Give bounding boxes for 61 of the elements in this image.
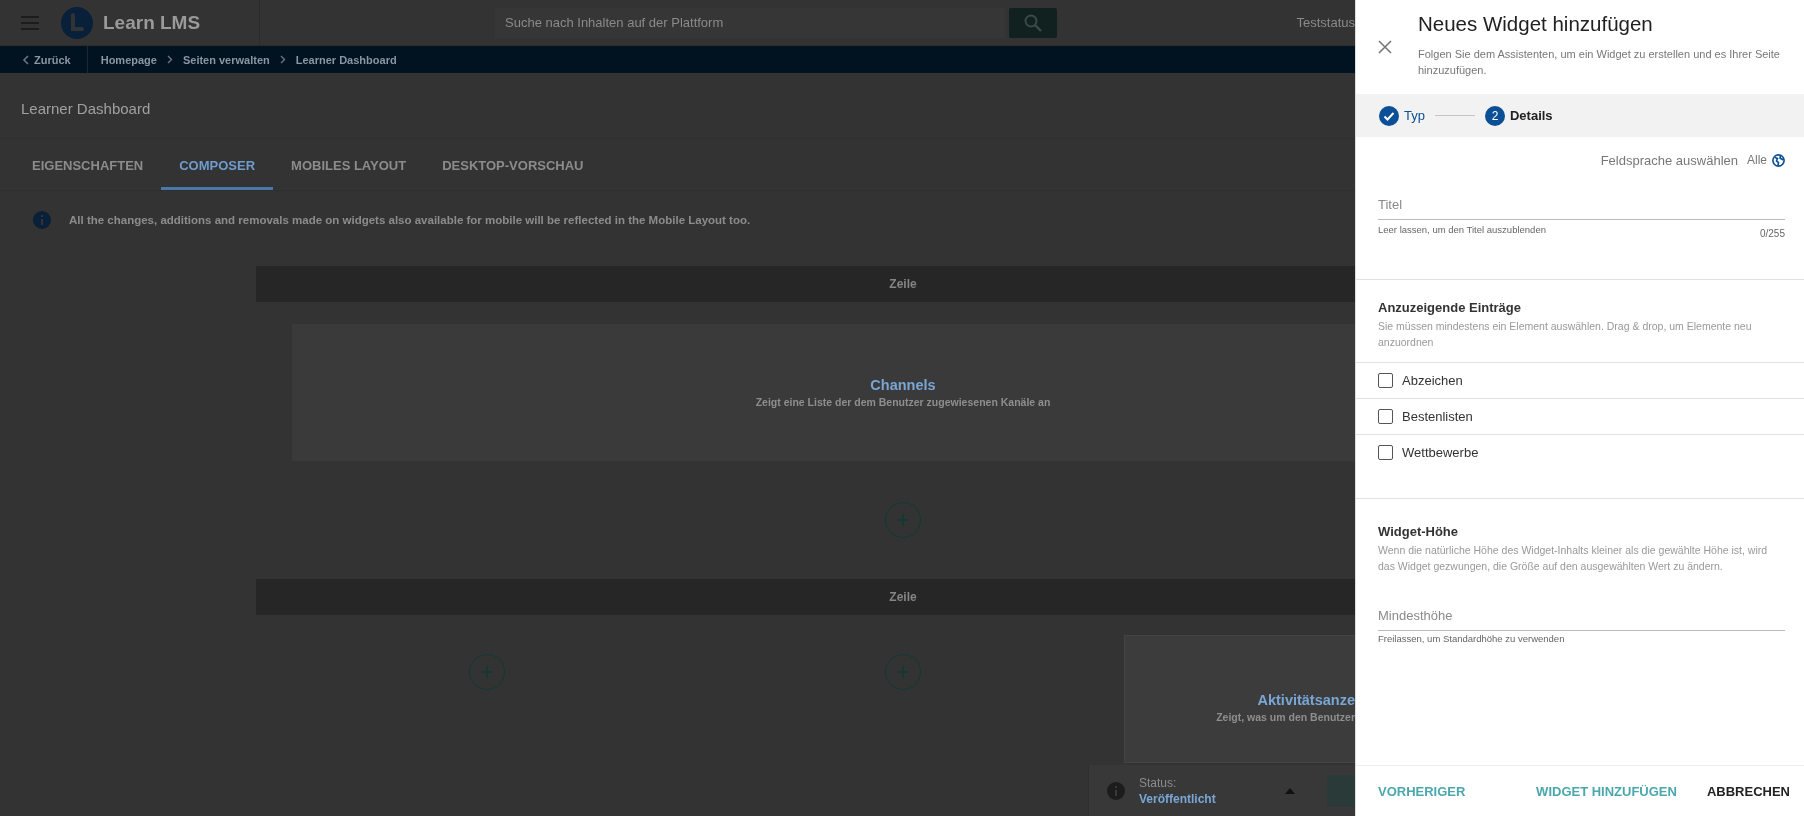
- breadcrumb-link[interactable]: Seiten verwalten: [182, 53, 270, 66]
- chevron-left-icon: [22, 54, 29, 65]
- row-header: Zeile: [256, 579, 1355, 615]
- dialog-title: Neues Widget hinzufügen: [1418, 12, 1654, 36]
- checkbox-label[interactable]: Bestenlisten: [1402, 409, 1473, 424]
- tab[interactable]: COMPOSER: [161, 158, 274, 190]
- tab[interactable]: MOBILES LAYOUT: [273, 158, 425, 190]
- widget-card[interactable]: Aktivitätsanze Zeigt, was um den Benutzer: [1124, 635, 1355, 763]
- cancel-button[interactable]: ABBRECHEN: [1706, 783, 1790, 799]
- step-label: Details: [1509, 108, 1553, 123]
- widget-title: Channels: [870, 377, 936, 393]
- chevron-right-icon: [166, 55, 173, 64]
- info-icon: [1107, 781, 1125, 800]
- breadcrumb-link[interactable]: Learner Dashboard: [295, 53, 397, 66]
- breadcrumb-link[interactable]: Homepage: [100, 53, 157, 66]
- field-hint: Leer lassen, um den Titel auszublenden: [1378, 224, 1546, 237]
- step-label: Typ: [1404, 108, 1425, 123]
- widget-card[interactable]: Channels Zeigt eine Liste der dem Benutzer zugewiesenen Kanäle an: [292, 324, 1355, 461]
- widget-title: Aktivitätsanze: [1257, 692, 1355, 708]
- close-button[interactable]: [1378, 40, 1393, 56]
- language-selector[interactable]: Alle: [1747, 153, 1785, 167]
- status-label: Status:: [1139, 775, 1178, 790]
- page-title: Learner Dashboard: [20, 99, 152, 119]
- widget-description: Zeigt, was um den Benutzer: [1216, 711, 1355, 723]
- checkbox-label[interactable]: Abzeichen: [1402, 373, 1463, 388]
- info-icon: [33, 211, 51, 229]
- checkbox[interactable]: [1378, 373, 1393, 388]
- tab[interactable]: DESKTOP-VORSCHAU: [424, 158, 602, 190]
- character-counter: 0/255: [1759, 228, 1785, 239]
- section-heading: Widget-Höhe: [1378, 524, 1460, 539]
- search-icon: [1024, 13, 1042, 32]
- info-message: All the changes, additions and removals made on widgets also available for mobile will be reflected in the Mobile Layout too.: [69, 214, 751, 226]
- back-link[interactable]: Zurück: [0, 46, 88, 73]
- section-description: Wenn die natürliche Höhe des Widget-Inhalts kleiner als die gewählte Höhe ist, wird das Widget gezwungen, die Größe auf den ausgewählten Wert zu ändern.: [1378, 543, 1769, 574]
- plus-icon: [895, 665, 910, 679]
- row-header: Zeile: [256, 266, 1355, 302]
- section-heading: Anzuzeigende Einträge: [1378, 300, 1523, 315]
- field-language-label: Feldsprache auswählen: [1600, 152, 1738, 168]
- widget-description: Zeigt eine Liste der dem Benutzer zugewiesenen Kanäle an: [755, 396, 1051, 408]
- chevron-right-icon: [279, 55, 286, 64]
- status-value: Veröffentlicht: [1139, 791, 1217, 806]
- globe-icon: [1772, 153, 1785, 167]
- checkbox[interactable]: [1378, 445, 1393, 460]
- checkbox-label[interactable]: Wettbewerbe: [1402, 445, 1479, 460]
- user-status[interactable]: Teststatus: [1296, 15, 1355, 30]
- plus-icon: [896, 513, 910, 527]
- action-button[interactable]: [1327, 774, 1355, 807]
- step-number: 2: [1484, 105, 1505, 126]
- plus-icon: [479, 665, 494, 679]
- app-name: Learn LMS: [103, 11, 201, 34]
- search-button[interactable]: [1009, 7, 1057, 38]
- checkbox[interactable]: [1378, 409, 1393, 424]
- field-hint: Freilassen, um Standardhöhe zu verwenden: [1378, 633, 1566, 644]
- dialog-subtitle: Folgen Sie dem Assistenten, um ein Widget zu erstellen und es Ihrer Seite hinzuzufügen.: [1418, 47, 1781, 78]
- add-widget-button[interactable]: WIDGET HINZUFÜGEN: [1536, 783, 1677, 799]
- tab[interactable]: EIGENSCHAFTEN: [14, 158, 162, 190]
- section-description: Sie müssen mindestens ein Element auswählen. Drag & drop, um Elemente neu anzuordnen: [1378, 319, 1753, 350]
- close-icon: [1378, 40, 1392, 54]
- logo-icon: [61, 6, 93, 39]
- caret-up-icon[interactable]: [1285, 787, 1295, 794]
- previous-button[interactable]: VORHERIGER: [1378, 783, 1466, 799]
